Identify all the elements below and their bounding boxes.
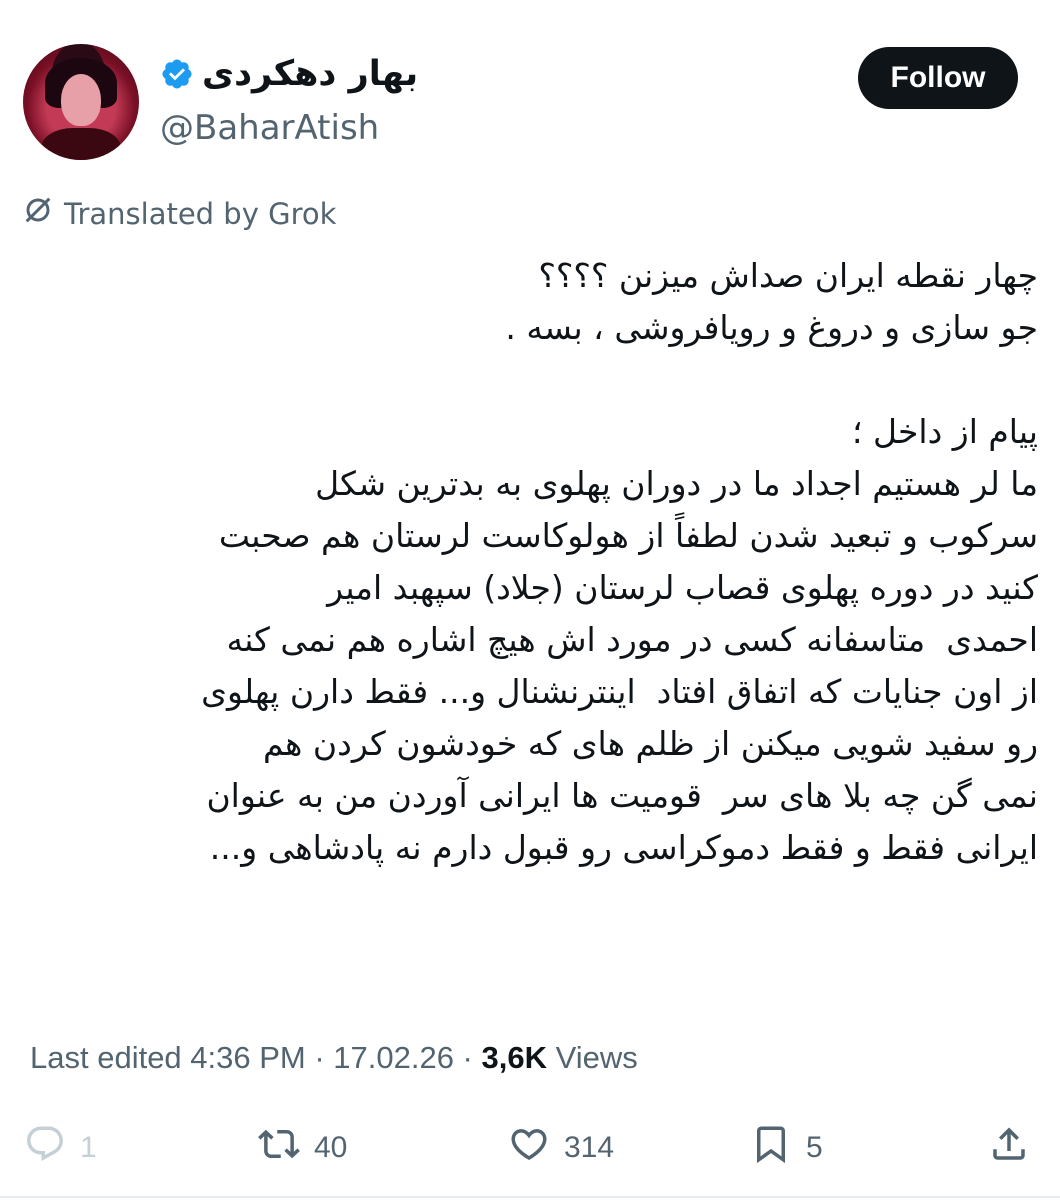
bookmark-count: 5 xyxy=(806,1131,823,1164)
avatar-face xyxy=(61,74,101,126)
tweet-line: کنید در دوره پهلوی قصاب لرستان (جلاد) سپ… xyxy=(327,568,1038,607)
reply-icon xyxy=(24,1123,66,1173)
repost-icon xyxy=(258,1123,300,1173)
bookmark-icon xyxy=(750,1123,792,1173)
avatar[interactable] xyxy=(23,44,139,160)
tweet-line: نمی گن چه بلا های سر قومیت ها ایرانی آور… xyxy=(206,776,1038,815)
follow-button[interactable]: Follow xyxy=(858,47,1018,109)
tweet-line: رو سفید شویی میکنن از ظلم های که خودشون … xyxy=(263,724,1038,763)
views-count: 3,6K xyxy=(481,1040,547,1075)
tweet-line: ایرانی فقط و فقط دموکراسی رو قبول دارم ن… xyxy=(209,828,1038,867)
grok-icon xyxy=(22,194,54,233)
tweet-meta: Last edited 4:36 PM · 17.02.26 · 3,6K Vi… xyxy=(30,1040,638,1076)
translated-by-grok[interactable]: Translated by Grok xyxy=(22,194,336,233)
repost-button[interactable]: 40 xyxy=(258,1120,347,1176)
verified-badge-icon xyxy=(160,57,194,91)
share-icon xyxy=(988,1123,1030,1173)
author-display-name[interactable]: بهار دهکردی xyxy=(202,54,418,94)
tweet-line: از اون جنایات که اتفاق افتاد اینترنشنال … xyxy=(201,672,1038,711)
divider xyxy=(0,1196,1060,1198)
tweet-text: چهار نقطه ایران صداش میزنن ؟؟؟؟ جو سازی و… xyxy=(18,250,1038,874)
like-button[interactable]: 314 xyxy=(508,1120,614,1176)
heart-icon xyxy=(508,1123,550,1173)
action-bar: 1 40 314 5 xyxy=(0,1120,1060,1180)
translated-label: Translated by Grok xyxy=(64,196,337,231)
author-name-row: بهار دهکردی xyxy=(160,54,418,94)
avatar-body xyxy=(41,128,121,160)
like-count: 314 xyxy=(564,1131,615,1164)
tweet-line: جو سازی و دروغ و رویافروشی ، بسه . xyxy=(505,308,1038,347)
views-label: Views xyxy=(546,1040,638,1075)
tweet-line: چهار نقطه ایران صداش میزنن ؟؟؟؟ xyxy=(538,256,1038,295)
tweet-line: احمدی متاسفانه کسی در مورد اش هیچ اشاره … xyxy=(226,620,1039,659)
tweet-line: ما لر هستیم اجداد ما در دوران پهلوی به ب… xyxy=(315,464,1038,503)
share-button[interactable] xyxy=(988,1120,1030,1176)
reply-count: 1 xyxy=(80,1131,97,1164)
repost-count: 40 xyxy=(314,1131,348,1164)
tweet-line: سرکوب و تبعید شدن لطفاً از هولوکاست لرست… xyxy=(218,516,1038,555)
tweet-line: پیام از داخل ؛ xyxy=(852,412,1038,451)
edited-timestamp[interactable]: Last edited 4:36 PM · 17.02.26 · xyxy=(30,1040,482,1076)
author-handle[interactable]: @BaharAtish xyxy=(160,108,379,148)
reply-button[interactable]: 1 xyxy=(24,1120,97,1176)
bookmark-button[interactable]: 5 xyxy=(750,1120,823,1176)
tweet-blank-line xyxy=(18,354,1038,406)
